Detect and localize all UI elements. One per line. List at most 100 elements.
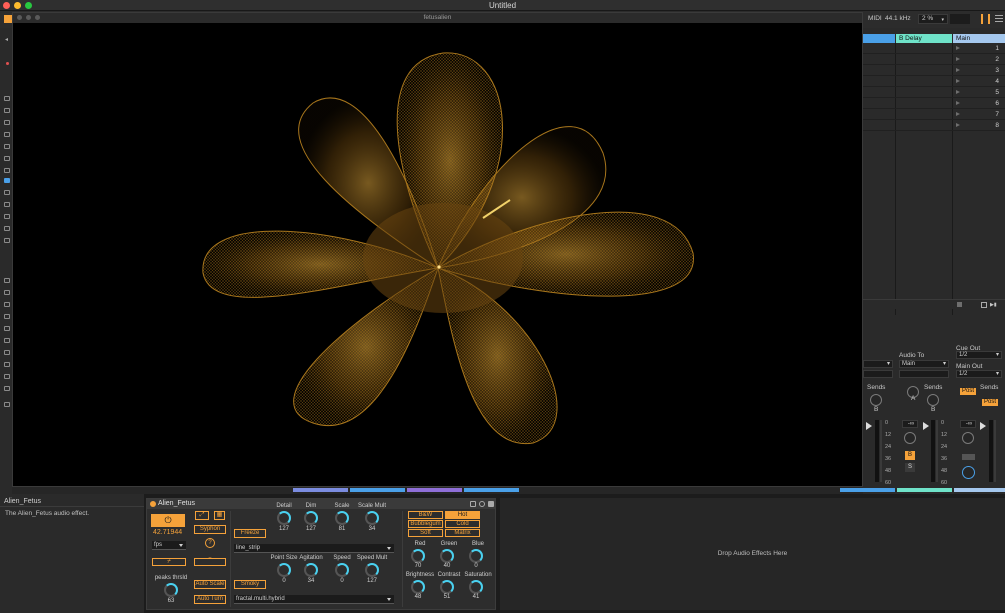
power-button[interactable]: ⏻ bbox=[151, 514, 185, 527]
send-b-knob[interactable] bbox=[870, 394, 882, 406]
collapse-arrow-icon[interactable]: ◂ bbox=[5, 36, 8, 43]
audio-effect-drop-zone[interactable]: Drop Audio Effects Here bbox=[500, 498, 1005, 610]
color-mode-button[interactable]: Bubblegum bbox=[408, 520, 443, 528]
browser-category-icon[interactable] bbox=[4, 120, 10, 125]
browser-category-icon[interactable] bbox=[4, 202, 10, 207]
scene-row[interactable]: 6 bbox=[863, 98, 1005, 109]
browser-category-icon[interactable] bbox=[4, 190, 10, 195]
menu-icon[interactable] bbox=[995, 15, 1003, 16]
syphon-button[interactable]: Syphon bbox=[194, 525, 226, 534]
curve-shape-b-button[interactable]: ⌒ bbox=[194, 558, 226, 566]
track-a-routing-select-secondary[interactable] bbox=[863, 370, 893, 378]
stop-clips-button[interactable] bbox=[957, 302, 962, 307]
scene-row[interactable]: 3 bbox=[863, 65, 1005, 76]
places-folder-icon[interactable] bbox=[4, 338, 10, 343]
places-folder-icon[interactable] bbox=[4, 386, 10, 391]
browser-category-icon[interactable] bbox=[4, 168, 10, 173]
midi-indicator[interactable]: MIDI bbox=[868, 15, 882, 22]
color-parameter-knob[interactable] bbox=[411, 549, 425, 563]
grid-toggle-button[interactable]: ▦ bbox=[214, 511, 225, 520]
color-mode-button[interactable]: B&W bbox=[408, 511, 443, 519]
browser-category-icon[interactable] bbox=[4, 226, 10, 231]
device-fold-icon[interactable] bbox=[470, 501, 476, 507]
auto-scale-button[interactable]: Auto Scale bbox=[194, 580, 226, 589]
places-folder-icon[interactable] bbox=[4, 402, 10, 407]
browser-category-icon[interactable] bbox=[4, 108, 10, 113]
places-folder-icon[interactable] bbox=[4, 278, 10, 283]
places-folder-icon[interactable] bbox=[4, 374, 10, 379]
stop-all-icon[interactable]: ▶▮ bbox=[990, 302, 997, 308]
scene-play-icon[interactable] bbox=[956, 123, 960, 127]
pan-knob[interactable] bbox=[962, 432, 974, 444]
volume-fader[interactable] bbox=[936, 420, 938, 482]
scene-row[interactable]: 5 bbox=[863, 87, 1005, 98]
cue-volume-display[interactable] bbox=[962, 454, 975, 460]
help-button[interactable]: ? bbox=[205, 538, 215, 548]
cue-volume-knob[interactable] bbox=[962, 466, 975, 479]
browser-category-icon[interactable] bbox=[4, 96, 10, 101]
cue-out-select[interactable]: 1/2 ▾ bbox=[956, 351, 1002, 359]
device-menu-icon[interactable] bbox=[488, 501, 494, 507]
pan-knob[interactable] bbox=[904, 432, 916, 444]
draw-mode-select[interactable]: line_strip bbox=[234, 544, 394, 553]
post-button[interactable]: Post bbox=[982, 399, 999, 406]
browser-category-icon[interactable] bbox=[4, 132, 10, 137]
scene-play-icon[interactable] bbox=[956, 79, 960, 83]
places-folder-icon[interactable] bbox=[4, 362, 10, 367]
smoky-button[interactable]: Smoky bbox=[234, 580, 266, 589]
parameter-knob[interactable] bbox=[304, 563, 318, 577]
scene-play-icon[interactable] bbox=[956, 101, 960, 105]
volume-fader[interactable] bbox=[994, 420, 996, 482]
parameter-knob[interactable] bbox=[277, 511, 291, 525]
color-mode-button[interactable]: Hot bbox=[445, 511, 480, 519]
track-header-main[interactable]: Main bbox=[953, 34, 1005, 43]
parameter-knob[interactable] bbox=[277, 563, 291, 577]
browser-category-icon[interactable] bbox=[4, 238, 10, 243]
scene-row[interactable]: 4 bbox=[863, 76, 1005, 87]
freeze-button[interactable]: Freeze bbox=[234, 529, 266, 538]
places-folder-icon[interactable] bbox=[4, 290, 10, 295]
peaks-threshold-knob[interactable] bbox=[164, 583, 178, 597]
color-parameter-knob[interactable] bbox=[440, 580, 454, 594]
scene-play-icon[interactable] bbox=[956, 46, 960, 50]
color-mode-button[interactable]: Cold bbox=[445, 520, 480, 528]
video-output-window[interactable]: fetusalien bbox=[12, 12, 863, 487]
browser-category-icon[interactable] bbox=[4, 156, 10, 161]
cpu-load-meter[interactable]: 2 % ▾ bbox=[918, 14, 948, 24]
color-mode-button[interactable]: Soft bbox=[408, 529, 443, 537]
arrangement-toggle-icon[interactable] bbox=[4, 15, 12, 23]
color-parameter-knob[interactable] bbox=[469, 580, 483, 594]
color-parameter-knob[interactable] bbox=[469, 549, 483, 563]
places-folder-icon[interactable] bbox=[4, 302, 10, 307]
solo-button[interactable]: S bbox=[905, 463, 915, 472]
parameter-knob[interactable] bbox=[335, 511, 349, 525]
device-save-icon[interactable] bbox=[479, 501, 485, 507]
fullscreen-toggle-button[interactable]: ⤢ bbox=[195, 511, 209, 520]
places-folder-icon[interactable] bbox=[4, 314, 10, 319]
scene-row[interactable]: 1 bbox=[863, 43, 1005, 54]
video-window-titlebar[interactable]: fetusalien bbox=[13, 13, 862, 23]
fps-select[interactable]: fps bbox=[152, 541, 186, 550]
device-on-indicator[interactable] bbox=[150, 501, 156, 507]
view-toggle-icon[interactable] bbox=[981, 14, 990, 24]
scene-play-icon[interactable] bbox=[956, 68, 960, 72]
main-out-select[interactable]: 1/2 ▾ bbox=[956, 370, 1002, 378]
scene-row[interactable]: 8 bbox=[863, 120, 1005, 131]
color-mode-button[interactable]: Matrix bbox=[445, 529, 480, 537]
color-parameter-knob[interactable] bbox=[411, 580, 425, 594]
parameter-knob[interactable] bbox=[335, 563, 349, 577]
track-header-b-delay[interactable]: B Delay bbox=[896, 34, 952, 43]
post-button[interactable]: Post bbox=[960, 388, 977, 395]
track-header-a[interactable] bbox=[863, 34, 895, 43]
parameter-knob[interactable] bbox=[365, 563, 379, 577]
track-a-routing-select[interactable]: ▾ bbox=[863, 360, 893, 368]
scene-row[interactable]: 2 bbox=[863, 54, 1005, 65]
scene-row[interactable]: 7 bbox=[863, 109, 1005, 120]
places-folder-icon[interactable] bbox=[4, 350, 10, 355]
scene-launch-icon[interactable] bbox=[981, 302, 987, 308]
track-activator-button[interactable]: B bbox=[905, 451, 915, 460]
places-folder-icon[interactable] bbox=[4, 326, 10, 331]
scene-play-icon[interactable] bbox=[956, 57, 960, 61]
fractal-mode-select[interactable]: fractal.multi.hybrid bbox=[234, 595, 394, 604]
curve-shape-a-button[interactable]: ⌿ bbox=[152, 558, 186, 566]
